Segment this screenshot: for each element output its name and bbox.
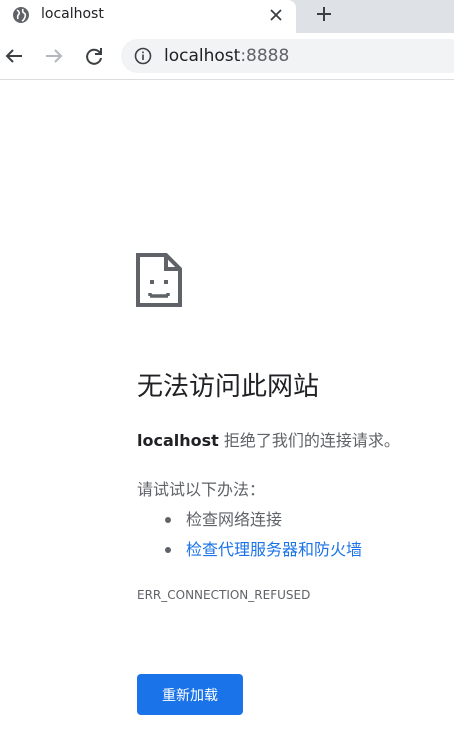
toolbar: localhost:8888 bbox=[0, 33, 454, 80]
error-host: localhost bbox=[137, 431, 219, 450]
url-port: :8888 bbox=[240, 46, 290, 66]
error-title: 无法访问此网站 bbox=[137, 372, 320, 402]
arrow-right-icon[interactable] bbox=[43, 45, 65, 67]
url-text: localhost:8888 bbox=[164, 46, 289, 66]
broken-document-icon bbox=[136, 253, 182, 307]
suggestions-heading: 请试试以下办法： bbox=[137, 480, 266, 499]
tab-localhost[interactable]: localhost bbox=[0, 0, 296, 33]
bullet-icon bbox=[165, 546, 171, 553]
suggestion-check-network: 检查网络连接 bbox=[165, 506, 282, 530]
error-message: 拒绝了我们的连接请求。 bbox=[218, 431, 400, 450]
arrow-left-icon[interactable] bbox=[3, 45, 25, 67]
info-icon[interactable] bbox=[134, 47, 152, 65]
tab-title: localhost bbox=[41, 6, 104, 22]
error-description: localhost 拒绝了我们的连接请求。 bbox=[137, 427, 400, 451]
suggestion-link[interactable]: 检查代理服务器和防火墙 bbox=[186, 540, 362, 559]
reload-button[interactable]: 重新加载 bbox=[137, 674, 243, 715]
globe-icon bbox=[13, 7, 29, 23]
address-bar[interactable]: localhost:8888 bbox=[121, 39, 454, 73]
url-host: localhost bbox=[164, 46, 241, 66]
bullet-icon bbox=[165, 516, 171, 523]
error-code: ERR_CONNECTION_REFUSED bbox=[137, 588, 311, 602]
suggestion-check-proxy-firewall[interactable]: 检查代理服务器和防火墙 bbox=[165, 536, 362, 560]
tab-strip: localhost bbox=[0, 0, 454, 33]
suggestion-text: 检查网络连接 bbox=[186, 510, 283, 529]
plus-icon[interactable] bbox=[313, 3, 335, 25]
reload-icon[interactable] bbox=[83, 45, 105, 67]
close-icon[interactable] bbox=[266, 5, 286, 25]
